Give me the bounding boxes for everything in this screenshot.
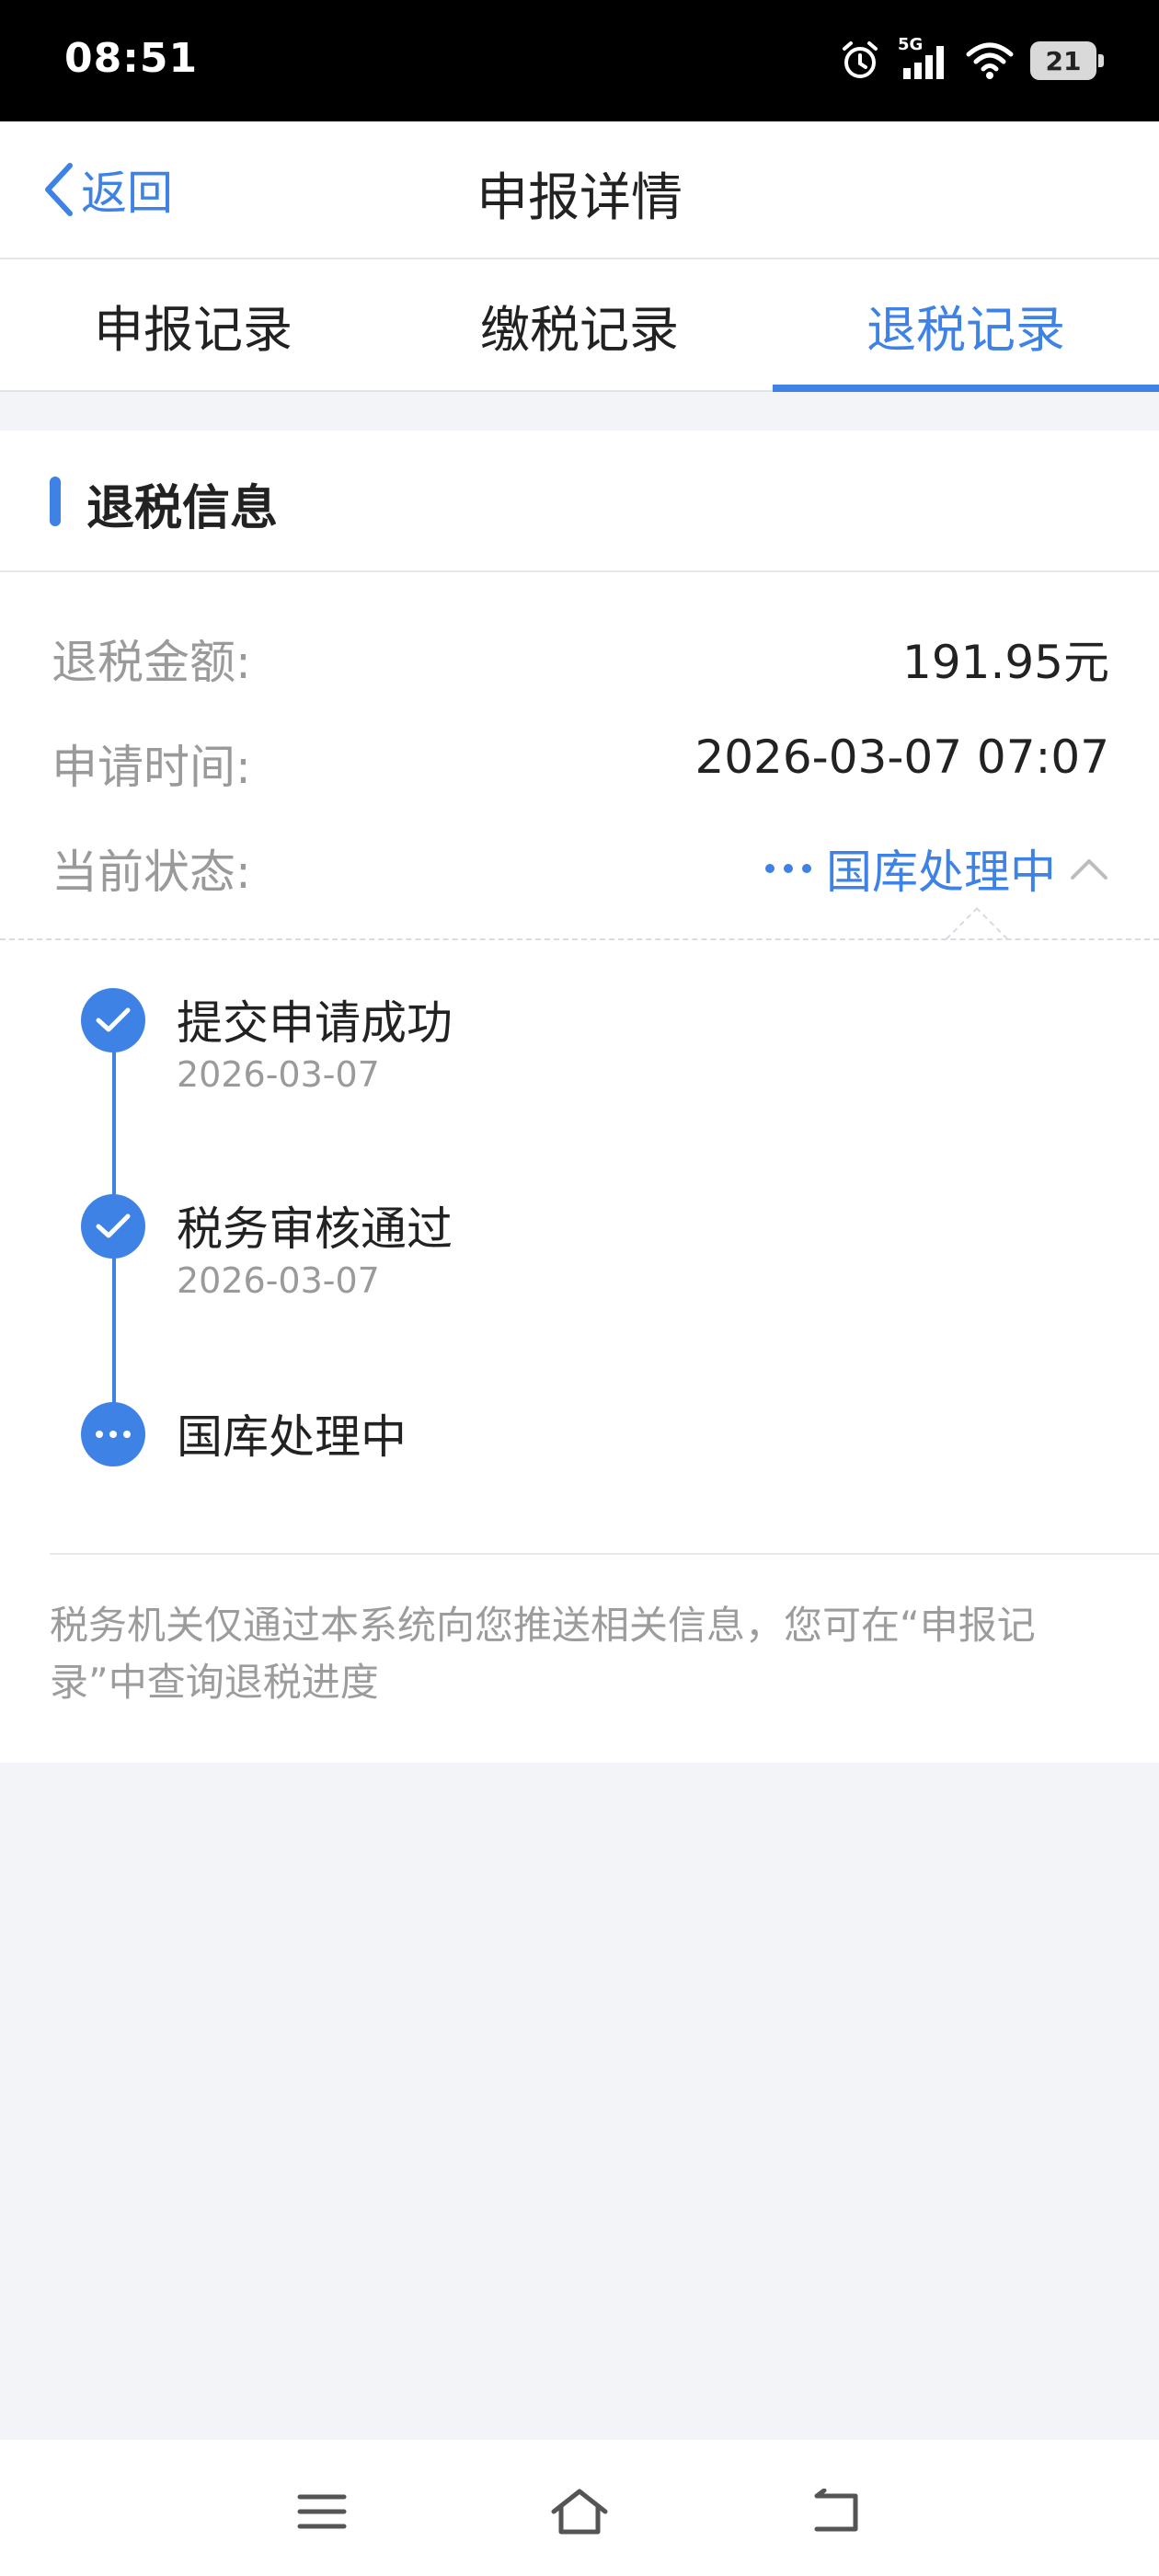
tab-refund-records[interactable]: 退税记录 — [773, 259, 1159, 392]
apply-time-label: 申请时间: — [52, 741, 251, 794]
step-name: 提交申请成功 — [177, 996, 453, 1050]
step-date: 2026-03-07 — [177, 1054, 380, 1095]
chevron-up-icon — [1071, 859, 1107, 880]
check-icon — [81, 1194, 145, 1259]
status-toggle[interactable]: 国库处理中 — [763, 835, 1109, 902]
wifi-icon — [966, 42, 1014, 79]
status-icons: 5G 21 — [839, 33, 1104, 88]
apply-time-value: 2026-03-07 07:07 — [694, 730, 1109, 784]
more-dots-icon — [765, 864, 811, 873]
status-bar: 08:51 5G 21 — [0, 0, 1159, 121]
card-header: 退税信息 — [0, 431, 1159, 572]
section-title: 退税信息 — [86, 481, 279, 536]
section-accent-bar — [50, 477, 61, 526]
step-name: 税务审核通过 — [177, 1202, 453, 1256]
status-time: 08:51 — [64, 35, 199, 82]
cellular-signal-icon: 5G — [898, 35, 949, 81]
navigation-bar: 返回 申报详情 — [0, 121, 1159, 259]
check-icon — [81, 988, 145, 1052]
home-button[interactable] — [543, 2484, 616, 2539]
back-arrow-icon — [814, 2489, 858, 2532]
step-date: 2026-03-07 — [177, 1260, 380, 1301]
menu-button[interactable] — [285, 2484, 359, 2539]
system-navigation-bar — [0, 2440, 1159, 2576]
battery-icon: 21 — [1030, 41, 1104, 80]
menu-icon — [297, 2494, 347, 2529]
refund-amount-label: 退税金额: — [52, 636, 251, 689]
note-divider — [50, 1553, 1159, 1555]
home-icon — [551, 2489, 608, 2535]
processing-dots-icon — [81, 1402, 145, 1466]
refund-amount-value: 191.95元 — [902, 636, 1109, 689]
current-status-value: 国库处理中 — [826, 845, 1056, 899]
current-status-row[interactable]: 当前状态: 国库处理中 — [52, 835, 1109, 909]
info-note: 税务机关仅通过本系统向您推送相关信息，您可在“申报记录”中查询退税进度 — [50, 1603, 1036, 1705]
alarm-icon — [843, 41, 878, 78]
record-tabs: 申报记录 缴税记录 退税记录 — [0, 259, 1159, 392]
current-status-label: 当前状态: — [52, 845, 251, 899]
back-nav-button[interactable] — [800, 2484, 874, 2539]
page-title: 申报详情 — [476, 168, 683, 228]
tab-payment-records[interactable]: 缴税记录 — [386, 259, 773, 390]
battery-level: 21 — [1045, 45, 1082, 76]
tab-declaration-records[interactable]: 申报记录 — [0, 259, 386, 390]
step-name: 国库处理中 — [177, 1410, 407, 1464]
refund-info-card: 退税信息 退税金额: 191.95元 申请时间: 2026-03-07 07:0… — [0, 431, 1159, 1763]
dashed-divider — [0, 938, 1159, 940]
apply-time-row: 申请时间: 2026-03-07 07:07 — [52, 730, 1109, 804]
refund-amount-row: 退税金额: 191.95元 — [52, 626, 1109, 699]
